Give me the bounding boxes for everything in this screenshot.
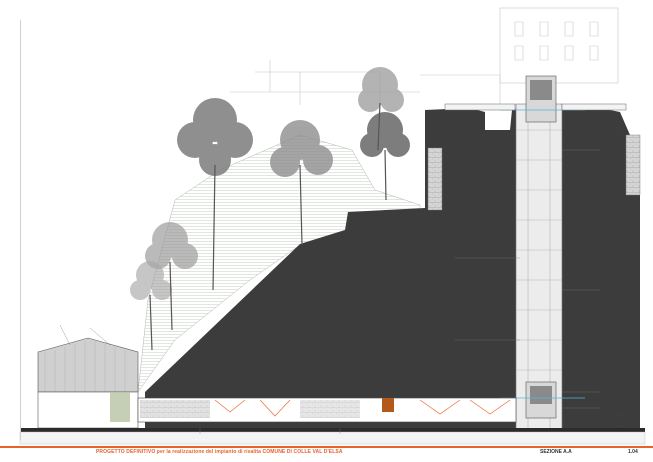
project-title: PROGETTO DEFINITIVO per la realizzazione… xyxy=(96,449,343,455)
ground-band xyxy=(19,431,646,445)
tunnel xyxy=(137,397,517,423)
section-label: SEZIONE A.A xyxy=(540,449,572,455)
retaining-wall-left xyxy=(427,147,443,211)
drawing-sheet: { "title_bar": { "project_title": "PROGE… xyxy=(0,0,653,462)
ground-slab xyxy=(20,428,645,432)
section-drawing xyxy=(19,7,646,445)
side-margin-strip xyxy=(6,20,21,440)
sheet-number: 1.04 xyxy=(628,449,638,455)
background-buildings xyxy=(230,7,619,105)
retaining-wall-right xyxy=(625,134,641,196)
entrance-building xyxy=(37,337,139,429)
